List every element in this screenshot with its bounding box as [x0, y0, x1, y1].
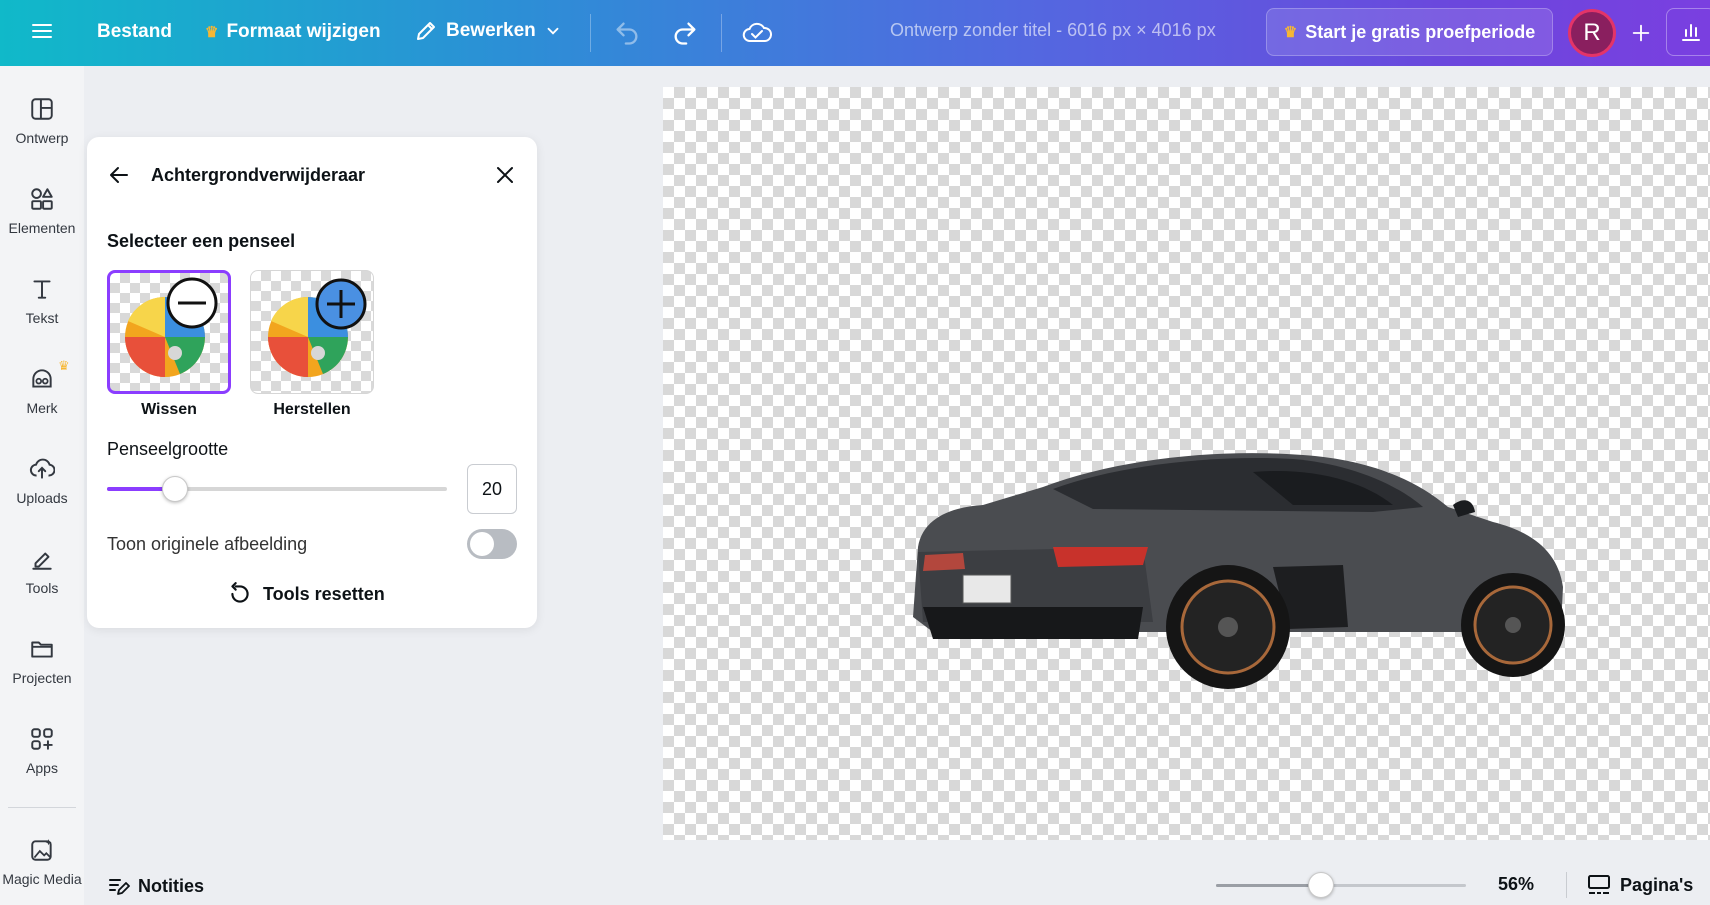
bar-chart-icon: [1682, 24, 1700, 41]
toolbar-divider: [590, 14, 591, 52]
brush-size-input[interactable]: 20: [467, 464, 517, 514]
brush-section-title: Selecteer een penseel: [107, 231, 296, 251]
crown-icon: ♛: [58, 358, 70, 373]
sidebar-item-ontwerp[interactable]: Ontwerp: [0, 96, 84, 146]
chevron-down-icon: [547, 27, 559, 35]
show-original-label: Toon originele afbeelding: [107, 534, 308, 554]
redo-icon: [674, 22, 696, 45]
sidebar-item-apps[interactable]: Apps: [0, 726, 84, 776]
pencil-icon: [417, 22, 435, 40]
cloud-save-button[interactable]: [742, 19, 772, 47]
sidebar-divider: [8, 807, 76, 808]
back-arrow-icon[interactable]: [107, 163, 131, 187]
background-remover-panel: Achtergrondverwijderaar Selecteer een pe…: [87, 137, 537, 628]
file-menu-label: Bestand: [97, 21, 172, 42]
sidebar-item-projecten[interactable]: Projecten: [0, 636, 84, 686]
zoom-slider[interactable]: [1216, 872, 1466, 898]
sidebar-item-label: Tekst: [25, 310, 59, 326]
start-trial-button[interactable]: ♛ Start je gratis proefperiode: [1266, 8, 1553, 56]
zoom-level[interactable]: 56%: [1498, 874, 1534, 895]
start-trial-label: Start je gratis proefperiode: [1305, 21, 1536, 42]
redo-button[interactable]: [671, 19, 699, 47]
sidebar-item-tools[interactable]: Tools: [0, 546, 84, 596]
sidebar-item-label: Magic Media: [2, 871, 82, 887]
brush-size-slider[interactable]: [107, 476, 447, 502]
edit-menu-label: Bewerken: [446, 20, 536, 41]
brush-size-slider-handle[interactable]: [162, 476, 188, 502]
pages-button[interactable]: Pagina's: [1586, 873, 1693, 897]
bottom-status-bar: Notities 56% Pagina's: [84, 866, 1710, 905]
menu-button[interactable]: [30, 19, 54, 43]
text-icon: [33, 280, 51, 299]
insights-button[interactable]: [1666, 8, 1710, 56]
erase-brush-option[interactable]: [107, 270, 231, 394]
panel-title: Achtergrondverwijderaar: [151, 164, 366, 185]
reset-icon: [231, 582, 249, 603]
sidebar-item-merk[interactable]: ♛ Merk: [0, 358, 84, 416]
hamburger-icon: [32, 24, 52, 38]
cloud-check-icon: [742, 22, 772, 42]
restore-brush-label: Herstellen: [273, 401, 351, 418]
file-menu-button[interactable]: Bestand: [97, 21, 172, 43]
beach-ball-restore-icon: [268, 278, 367, 377]
sidebar-item-tekst[interactable]: Tekst: [0, 276, 84, 326]
add-collaborator-button[interactable]: [1620, 12, 1662, 54]
design-canvas[interactable]: [663, 87, 1710, 840]
resize-button[interactable]: ♛ Formaat wijzigen: [205, 21, 381, 43]
erase-brush-label: Wissen: [141, 401, 197, 418]
bottombar-divider: [1566, 872, 1567, 898]
document-title[interactable]: Ontwerp zonder titel - 6016 px × 4016 px: [890, 20, 1216, 41]
sidebar-item-label: Apps: [26, 760, 58, 776]
pen-tool-icon: [32, 552, 52, 570]
folder-icon: [31, 641, 53, 658]
shapes-icon: [31, 188, 53, 210]
brush-size-label: Penseelgrootte: [107, 439, 229, 459]
avatar-initial: R: [1583, 19, 1601, 46]
notes-label: Notities: [138, 875, 205, 896]
toolbar-divider: [721, 14, 722, 52]
sidebar-item-label: Tools: [25, 580, 59, 596]
sidebar-item-label: Merk: [26, 400, 58, 416]
left-sidebar: Ontwerp Elementen Tekst ♛ Merk Uploads T…: [0, 66, 84, 905]
resize-label: Formaat wijzigen: [226, 21, 381, 42]
layout-icon: [31, 98, 53, 120]
sidebar-item-label: Projecten: [12, 670, 72, 686]
undo-button[interactable]: [613, 19, 641, 47]
show-original-toggle[interactable]: [467, 529, 517, 559]
reset-tools-label: Tools resetten: [263, 583, 385, 604]
restore-brush-option[interactable]: [250, 270, 374, 394]
user-avatar[interactable]: R: [1568, 9, 1616, 57]
close-icon[interactable]: [493, 163, 517, 187]
sidebar-item-uploads[interactable]: Uploads: [0, 456, 84, 506]
plus-icon: [1632, 24, 1650, 42]
notes-button[interactable]: Notities: [106, 874, 204, 898]
sidebar-item-magic-media[interactable]: Magic Media: [0, 837, 84, 887]
undo-icon: [616, 22, 638, 45]
zoom-slider-handle[interactable]: [1308, 872, 1334, 898]
top-toolbar: Bestand ♛ Formaat wijzigen Bewerken Ontw…: [0, 0, 1710, 66]
sidebar-item-elementen[interactable]: Elementen: [0, 186, 84, 236]
apps-grid-icon: [31, 728, 53, 750]
zoom-slider-fill: [1216, 884, 1321, 887]
panel-header: Achtergrondverwijderaar: [107, 159, 517, 191]
magic-image-icon: [31, 839, 52, 861]
car-image[interactable]: [893, 377, 1573, 717]
cloud-upload-icon: [29, 458, 55, 479]
brand-icon: [32, 369, 52, 388]
sidebar-item-label: Ontwerp: [15, 130, 69, 146]
toggle-knob: [470, 532, 494, 556]
sidebar-item-label: Elementen: [8, 220, 76, 236]
sidebar-item-label: Uploads: [16, 490, 68, 506]
notes-icon: [109, 879, 130, 895]
reset-tools-button[interactable]: Tools resetten: [227, 581, 385, 607]
pages-icon: [1588, 875, 1610, 894]
edit-menu-button[interactable]: Bewerken: [414, 19, 562, 43]
crown-icon: ♛: [1283, 24, 1298, 41]
beach-ball-erase-icon: [125, 277, 218, 377]
crown-icon: ♛: [205, 24, 219, 41]
pages-label: Pagina's: [1620, 874, 1694, 895]
